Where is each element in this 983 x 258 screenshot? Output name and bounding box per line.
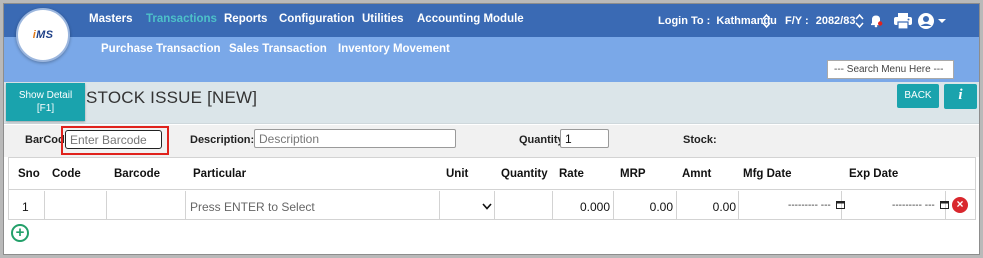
row-code-input[interactable] (52, 200, 102, 216)
page-title: STOCK ISSUE [NEW] (86, 88, 258, 107)
nav-item-utilities[interactable]: Utilities (362, 13, 404, 25)
logo-text-rest: MS (36, 29, 54, 41)
row-sno: 1 (22, 200, 29, 214)
calendar-icon[interactable] (939, 200, 949, 209)
row-quantity-input[interactable] (498, 200, 550, 216)
col-particular: Particular (193, 168, 247, 180)
description-label: Description: (190, 134, 255, 146)
nav-item-configuration[interactable]: Configuration (279, 13, 354, 25)
add-row-icon[interactable]: + (11, 224, 29, 242)
printer-icon[interactable] (893, 12, 913, 30)
back-button[interactable]: BACK (897, 84, 939, 108)
row-unit-select[interactable] (444, 200, 492, 216)
description-input[interactable]: Description (254, 129, 456, 148)
fy-label: F/Y : (785, 15, 809, 27)
app-logo[interactable]: iMS (16, 8, 70, 62)
calendar-icon[interactable] (835, 200, 845, 209)
stock-label: Stock: (683, 134, 717, 146)
cell-divider (44, 191, 45, 219)
subnav-purchase-transaction[interactable]: Purchase Transaction (101, 43, 221, 55)
location-switch-icon[interactable] (762, 13, 771, 29)
cell-divider (185, 191, 186, 219)
subnav-inventory-movement[interactable]: Inventory Movement (338, 43, 450, 55)
row-particular-input[interactable]: Press ENTER to Select (190, 200, 315, 214)
nav-item-reports[interactable]: Reports (224, 13, 267, 25)
cell-divider (613, 191, 614, 219)
row-amnt-value: 0.00 (712, 200, 736, 214)
row-mfg-date-input[interactable]: --------- --- (788, 200, 845, 211)
nav-item-transactions[interactable]: Transactions (146, 13, 217, 25)
col-barcode: Barcode (114, 168, 161, 180)
col-code: Code (52, 168, 81, 180)
col-mfg-date: Mfg Date (743, 168, 792, 180)
cell-divider (494, 191, 495, 219)
app-window: iMS Masters Transactions Reports Configu… (3, 3, 980, 255)
fy-value: 2082/83 (815, 15, 856, 27)
cell-divider (738, 191, 739, 219)
show-detail-label: Show Detail (18, 90, 73, 101)
login-label: Login To : (658, 15, 711, 27)
nav-item-accounting-module[interactable]: Accounting Module (417, 13, 524, 25)
menu-search-input[interactable]: --- Search Menu Here --- (827, 60, 954, 79)
bell-icon[interactable] (869, 13, 883, 28)
col-amnt: Amnt (682, 168, 712, 180)
user-menu-icon[interactable] (917, 12, 951, 30)
fiscal-year: F/Y : 2082/83 (785, 15, 855, 27)
show-detail-shortcut: [F1] (36, 103, 55, 114)
row-barcode-input[interactable] (114, 200, 180, 216)
chevron-down-icon (482, 203, 492, 210)
cell-divider (552, 191, 553, 219)
fy-switch-icon[interactable] (855, 13, 864, 29)
nav-item-masters[interactable]: Masters (89, 13, 132, 25)
delete-row-icon[interactable]: × (952, 197, 968, 213)
quantity-input[interactable]: 1 (560, 129, 609, 148)
col-sno: Sno (18, 168, 40, 180)
row-rate-input[interactable]: 0.000 (554, 200, 610, 214)
info-button[interactable]: i (944, 84, 977, 109)
login-location: Login To : Kathmandu (658, 15, 777, 27)
col-mrp: MRP (620, 168, 646, 180)
quantity-label: Quantity (519, 134, 564, 146)
col-exp-date: Exp Date (849, 168, 899, 180)
barcode-highlight (61, 126, 169, 155)
show-detail-button[interactable]: Show Detail [F1] (6, 83, 85, 121)
subnav-sales-transaction[interactable]: Sales Transaction (229, 43, 327, 55)
col-rate: Rate (559, 168, 584, 180)
cell-divider (106, 191, 107, 219)
mfg-date-placeholder: --------- --- (788, 200, 831, 211)
row-exp-date-input[interactable]: --------- --- (892, 200, 949, 211)
cell-divider (676, 191, 677, 219)
row-mrp-input[interactable]: 0.00 (615, 200, 673, 214)
logo-text: iMS (32, 29, 54, 41)
exp-date-placeholder: --------- --- (892, 200, 935, 211)
col-quantity: Quantity (501, 168, 548, 180)
cell-divider (439, 191, 440, 219)
col-unit: Unit (446, 168, 469, 180)
